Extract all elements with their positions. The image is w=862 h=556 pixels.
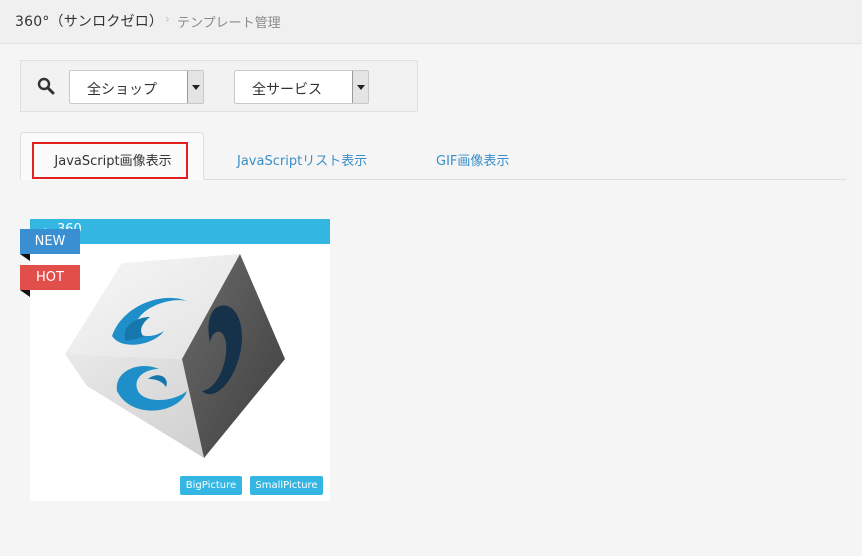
template-card: ◢ 360 [30, 219, 330, 501]
service-select[interactable]: 全サービス [234, 70, 369, 104]
tab-javascript-image[interactable]: JavaScript画像表示 [20, 132, 204, 180]
small-picture-button[interactable]: SmallPicture [250, 476, 323, 495]
search-icon[interactable] [37, 77, 55, 95]
chevron-down-icon[interactable] [187, 71, 203, 103]
service-select-value: 全サービス [252, 82, 322, 98]
tab-gif-image[interactable]: GIF画像表示 [436, 150, 509, 169]
top-bar: 360°（サンロクゼロ） › テンプレート管理 [0, 0, 862, 44]
shop-select-value: 全ショップ [87, 82, 157, 98]
hot-ribbon: HOT [20, 265, 80, 297]
shop-select[interactable]: 全ショップ [69, 70, 204, 104]
tab-label: JavaScript画像表示 [54, 154, 172, 169]
filter-panel: 全ショップ 全サービス [20, 60, 418, 112]
breadcrumb-current: テンプレート管理 [177, 16, 281, 31]
new-ribbon: NEW [20, 229, 80, 261]
cube-preview-image [65, 254, 285, 458]
tab-javascript-list[interactable]: JavaScriptリスト表示 [237, 150, 367, 169]
chevron-down-icon[interactable] [352, 71, 368, 103]
breadcrumb-separator: › [165, 12, 170, 26]
big-picture-button[interactable]: BigPicture [180, 476, 242, 495]
breadcrumb-root[interactable]: 360°（サンロクゼロ） [15, 11, 163, 31]
template-tabs: JavaScript画像表示 JavaScriptリスト表示 GIF画像表示 [20, 132, 846, 180]
